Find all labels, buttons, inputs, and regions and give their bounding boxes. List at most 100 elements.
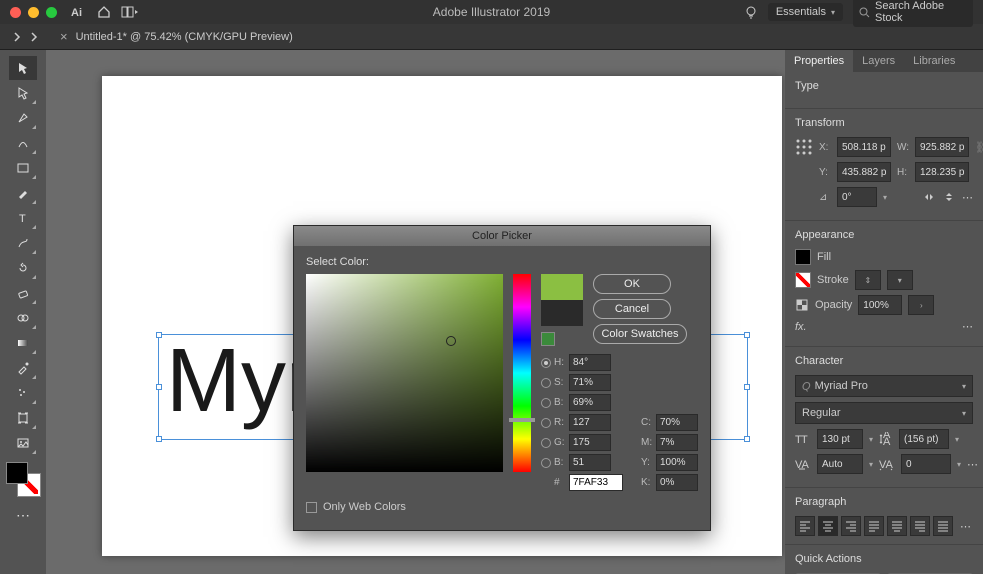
edit-toolbar-button[interactable]: ⋯: [9, 503, 37, 527]
stroke-swatch[interactable]: [795, 272, 811, 288]
font-style-select[interactable]: Regular ▾: [795, 402, 973, 424]
tab-libraries[interactable]: Libraries: [904, 50, 964, 72]
more-options-icon[interactable]: ⋯: [967, 458, 978, 471]
resize-handle[interactable]: [744, 384, 750, 390]
eyedropper-tool[interactable]: [9, 356, 37, 380]
shaper-tool[interactable]: [9, 231, 37, 255]
font-family-select[interactable]: 𝘘 Myriad Pro ▾: [795, 375, 973, 397]
rotate-input[interactable]: [837, 187, 877, 207]
h-input[interactable]: [569, 354, 611, 371]
leading-input[interactable]: [899, 429, 949, 449]
resize-handle[interactable]: [156, 436, 162, 442]
link-wh-icon[interactable]: ⛓: [975, 141, 983, 154]
bl-input[interactable]: [569, 454, 611, 471]
sv-indicator[interactable]: [446, 336, 456, 346]
tab-properties[interactable]: Properties: [785, 50, 853, 72]
c-input[interactable]: [656, 414, 698, 431]
ref-point-icon[interactable]: [795, 138, 813, 156]
pen-tool[interactable]: [9, 106, 37, 130]
workspace-switcher[interactable]: Essentials ▾: [768, 3, 843, 21]
fx-label[interactable]: fx.: [795, 321, 807, 333]
place-tool[interactable]: [9, 431, 37, 455]
stroke-weight-dropdown[interactable]: ▾: [887, 270, 913, 290]
shape-builder-tool[interactable]: [9, 306, 37, 330]
fill-swatch[interactable]: [795, 249, 811, 265]
b-radio[interactable]: [541, 398, 551, 408]
web-safe-swatch[interactable]: [541, 332, 555, 346]
home-icon[interactable]: [97, 5, 111, 19]
resize-handle[interactable]: [156, 332, 162, 338]
gradient-tool[interactable]: [9, 331, 37, 355]
tracking-input[interactable]: [901, 454, 951, 474]
curvature-tool[interactable]: [9, 131, 37, 155]
ok-button[interactable]: OK: [593, 274, 671, 294]
hue-slider[interactable]: [513, 274, 531, 472]
resize-handle[interactable]: [744, 436, 750, 442]
panel-toggle-strip[interactable]: [0, 31, 50, 43]
cancel-button[interactable]: Cancel: [593, 299, 671, 319]
h-input[interactable]: [915, 162, 969, 182]
bl-radio[interactable]: [541, 458, 551, 468]
opacity-dropdown[interactable]: ›: [908, 295, 934, 315]
chevron-down-icon[interactable]: ▾: [869, 460, 873, 469]
web-colors-checkbox[interactable]: [306, 502, 317, 513]
arrange-documents-icon[interactable]: [121, 5, 139, 19]
s-input[interactable]: [569, 374, 611, 391]
flip-h-icon[interactable]: [922, 190, 936, 204]
symbol-sprayer-tool[interactable]: [9, 381, 37, 405]
y-input[interactable]: [837, 162, 891, 182]
y-cmyk-input[interactable]: [656, 454, 698, 471]
justify-center-button[interactable]: [887, 516, 907, 536]
fill-swatch[interactable]: [6, 462, 28, 484]
resize-handle[interactable]: [744, 332, 750, 338]
g-input[interactable]: [569, 434, 611, 451]
paintbrush-tool[interactable]: [9, 181, 37, 205]
h-radio[interactable]: [541, 358, 551, 368]
hue-indicator[interactable]: [509, 418, 535, 422]
search-stock-input[interactable]: Search Adobe Stock: [853, 0, 973, 27]
chevron-down-icon[interactable]: ▾: [869, 435, 873, 444]
more-options-icon[interactable]: ⋯: [960, 520, 971, 533]
resize-handle[interactable]: [156, 384, 162, 390]
tab-layers[interactable]: Layers: [853, 50, 904, 72]
w-input[interactable]: [915, 137, 969, 157]
bulb-icon[interactable]: [744, 5, 758, 19]
k-input[interactable]: [656, 474, 698, 491]
flip-v-icon[interactable]: [942, 190, 956, 204]
maximize-window-button[interactable]: [46, 7, 57, 18]
artboard-tool[interactable]: [9, 406, 37, 430]
s-radio[interactable]: [541, 378, 551, 388]
type-tool[interactable]: T: [9, 206, 37, 230]
align-right-button[interactable]: [841, 516, 861, 536]
close-tab-icon[interactable]: ×: [60, 29, 68, 44]
chevron-down-icon[interactable]: ▾: [957, 460, 961, 469]
direct-selection-tool[interactable]: [9, 81, 37, 105]
fill-stroke-control[interactable]: [6, 462, 40, 496]
rectangle-tool[interactable]: [9, 156, 37, 180]
chevron-down-icon[interactable]: ▾: [955, 435, 959, 444]
r-radio[interactable]: [541, 418, 551, 428]
g-radio[interactable]: [541, 438, 551, 448]
align-center-button[interactable]: [818, 516, 838, 536]
dialog-title[interactable]: Color Picker: [294, 226, 710, 246]
rotate-tool[interactable]: [9, 256, 37, 280]
justify-left-button[interactable]: [864, 516, 884, 536]
align-left-button[interactable]: [795, 516, 815, 536]
stroke-weight-stepper[interactable]: ⇕: [855, 270, 881, 290]
m-input[interactable]: [656, 434, 698, 451]
more-options-icon[interactable]: ⋯: [962, 320, 973, 333]
eraser-tool[interactable]: [9, 281, 37, 305]
more-options-icon[interactable]: ⋯: [962, 191, 973, 204]
minimize-window-button[interactable]: [28, 7, 39, 18]
justify-right-button[interactable]: [910, 516, 930, 536]
hex-input[interactable]: [569, 474, 623, 491]
opacity-input[interactable]: [858, 295, 902, 315]
justify-all-button[interactable]: [933, 516, 953, 536]
chevron-down-icon[interactable]: ▾: [883, 193, 887, 202]
r-input[interactable]: [569, 414, 611, 431]
kerning-input[interactable]: [817, 454, 863, 474]
b-input[interactable]: [569, 394, 611, 411]
color-swatches-button[interactable]: Color Swatches: [593, 324, 687, 344]
x-input[interactable]: [837, 137, 891, 157]
close-window-button[interactable]: [10, 7, 21, 18]
